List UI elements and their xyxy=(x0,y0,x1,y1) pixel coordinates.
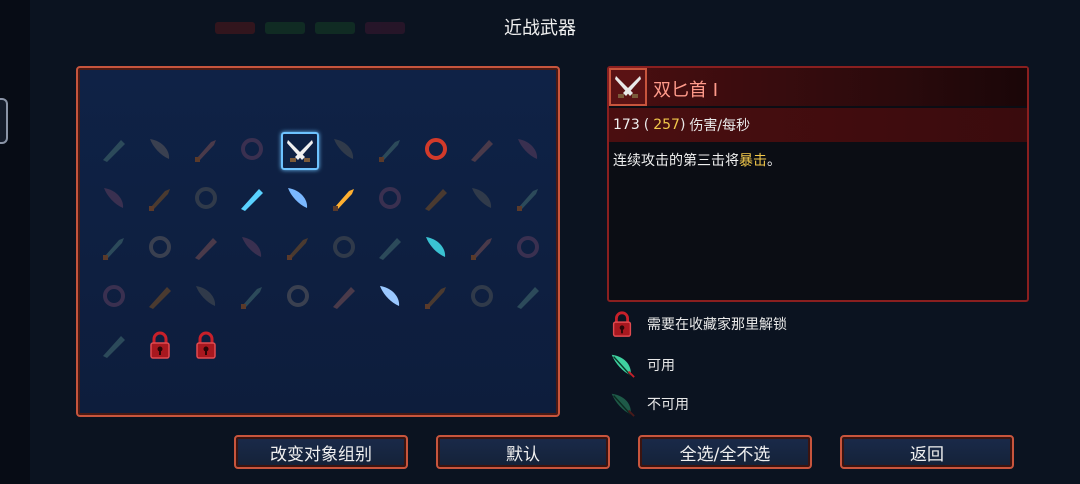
unavailable-weapon-slot[interactable] xyxy=(235,132,269,166)
available-weapon-slot[interactable] xyxy=(281,181,315,215)
unavailable-feather-icon xyxy=(607,389,637,419)
available-weapon-slot[interactable] xyxy=(327,181,361,215)
unavailable-weapon-slot[interactable] xyxy=(373,181,407,215)
side-drawer-handle[interactable] xyxy=(0,98,8,144)
unavailable-weapon-slot[interactable] xyxy=(511,230,545,264)
unavailable-weapon-slot[interactable] xyxy=(327,279,361,313)
available-weapon-slot[interactable] xyxy=(419,230,453,264)
unavailable-weapon-slot[interactable] xyxy=(143,181,177,215)
unavailable-weapon-slot[interactable] xyxy=(97,132,131,166)
legend-unavailable: 不可用 xyxy=(607,389,689,419)
default-button[interactable]: 默认 xyxy=(436,435,610,469)
available-weapon-slot[interactable] xyxy=(419,132,453,166)
weapon-dps: 173 (257) 伤害/每秒 xyxy=(609,108,1027,142)
unavailable-weapon-slot[interactable] xyxy=(419,279,453,313)
dps-alt-wrap: (257) xyxy=(643,117,686,133)
unavailable-weapon-slot[interactable] xyxy=(373,132,407,166)
unavailable-weapon-slot[interactable] xyxy=(189,132,223,166)
unavailable-weapon-slot[interactable] xyxy=(97,328,131,362)
dps-unit: 伤害/每秒 xyxy=(689,118,751,134)
unavailable-weapon-slot[interactable] xyxy=(143,279,177,313)
twin-daggers-icon xyxy=(609,68,647,106)
legend-available-label: 可用 xyxy=(647,358,675,374)
unavailable-weapon-slot[interactable] xyxy=(97,230,131,264)
unavailable-weapon-slot[interactable] xyxy=(281,279,315,313)
unavailable-weapon-slot[interactable] xyxy=(97,181,131,215)
unavailable-weapon-slot[interactable] xyxy=(465,181,499,215)
legend-locked: 需要在收藏家那里解锁 xyxy=(607,309,787,339)
unavailable-weapon-slot[interactable] xyxy=(189,279,223,313)
toggle-all-button[interactable]: 全选/全不选 xyxy=(638,435,812,469)
available-weapon-slot[interactable] xyxy=(373,279,407,313)
twin-daggers-slot[interactable] xyxy=(281,132,319,170)
unavailable-weapon-slot[interactable] xyxy=(373,230,407,264)
detail-header: 双匕首 I xyxy=(609,68,1027,106)
unavailable-weapon-slot[interactable] xyxy=(235,279,269,313)
lock-icon xyxy=(607,309,637,339)
available-weapon-slot[interactable] xyxy=(235,181,269,215)
unavailable-weapon-slot[interactable] xyxy=(465,279,499,313)
unavailable-weapon-slot[interactable] xyxy=(235,230,269,264)
unavailable-weapon-slot[interactable] xyxy=(419,181,453,215)
back-button[interactable]: 返回 xyxy=(840,435,1014,469)
dps-value: 173 xyxy=(613,117,640,133)
legend-locked-label: 需要在收藏家那里解锁 xyxy=(647,317,787,333)
locked-weapon-slot[interactable] xyxy=(143,328,177,362)
unavailable-weapon-slot[interactable] xyxy=(327,132,361,166)
page-title: 近战武器 xyxy=(504,18,576,39)
unavailable-weapon-slot[interactable] xyxy=(143,132,177,166)
unavailable-weapon-slot[interactable] xyxy=(511,279,545,313)
legend-available: 可用 xyxy=(607,350,675,380)
desc-text: 连续攻击的第三击将 xyxy=(613,153,739,169)
available-feather-icon xyxy=(607,350,637,380)
desc-end: 。 xyxy=(767,153,781,169)
unavailable-weapon-slot[interactable] xyxy=(465,230,499,264)
left-edge xyxy=(0,0,30,484)
unavailable-weapon-slot[interactable] xyxy=(465,132,499,166)
weapon-grid-panel xyxy=(76,66,560,417)
weapon-detail-panel: 双匕首 I 173 (257) 伤害/每秒 连续攻击的第三击将暴击。 xyxy=(607,66,1029,302)
unavailable-weapon-slot[interactable] xyxy=(281,230,315,264)
weapon-name: 双匕首 I xyxy=(653,80,719,101)
dps-alt-value: 257 xyxy=(653,117,680,133)
unavailable-weapon-slot[interactable] xyxy=(189,230,223,264)
unavailable-weapon-slot[interactable] xyxy=(511,181,545,215)
unavailable-weapon-slot[interactable] xyxy=(143,230,177,264)
locked-weapon-slot[interactable] xyxy=(189,328,223,362)
unavailable-weapon-slot[interactable] xyxy=(97,279,131,313)
unavailable-weapon-slot[interactable] xyxy=(511,132,545,166)
unavailable-weapon-slot[interactable] xyxy=(189,181,223,215)
unavailable-weapon-slot[interactable] xyxy=(327,230,361,264)
legend-unavailable-label: 不可用 xyxy=(647,397,689,413)
crit-keyword: 暴击 xyxy=(739,153,767,169)
change-group-button[interactable]: 改变对象组别 xyxy=(234,435,408,469)
weapon-description: 连续攻击的第三击将暴击。 xyxy=(613,150,781,170)
